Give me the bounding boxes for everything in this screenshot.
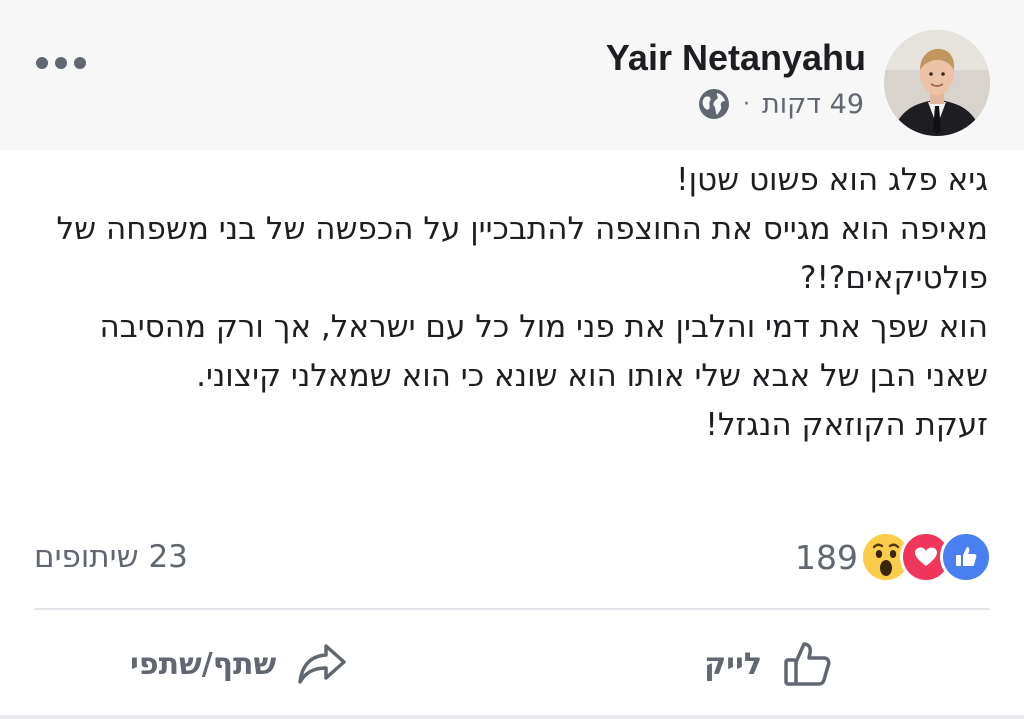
post-line: מאיפה הוא מגייס את החוצפה להתבכיין על הכ…: [56, 211, 988, 296]
like-button[interactable]: לייק: [704, 632, 834, 696]
post-header: Yair Netanyahu 49 דקות ·: [0, 0, 1024, 150]
post-line: זעקת הקוזאק הנגזל!: [705, 407, 988, 443]
post-body: גיא פלג הוא פשוט שטן! מאיפה הוא מגייס את…: [48, 156, 988, 450]
like-icon: [940, 531, 992, 583]
bottom-separator: [0, 715, 1024, 719]
meta-separator: ·: [743, 91, 751, 117]
facebook-post: Yair Netanyahu 49 דקות · גיא פלג הוא פשו…: [0, 0, 1024, 719]
like-label: לייק: [704, 646, 762, 682]
avatar-image: [884, 30, 990, 136]
share-arrow-icon: [296, 638, 348, 690]
author-name[interactable]: Yair Netanyahu: [606, 36, 866, 80]
post-meta: 49 דקות ·: [697, 84, 864, 124]
ellipsis-dot: [74, 57, 86, 69]
post-timestamp[interactable]: 49 דקות: [762, 89, 864, 120]
thumbs-up-icon: [782, 638, 834, 690]
post-line: הוא שפך את דמי והלבין את פני מול כל עם י…: [99, 309, 988, 394]
reactions-summary[interactable]: 189: [795, 531, 992, 583]
share-count[interactable]: 23 שיתופים: [34, 534, 188, 580]
share-label: שתף/שתפי: [130, 646, 277, 682]
post-line: גיא פלג הוא פשוט שטן!: [676, 162, 988, 198]
author-avatar[interactable]: [884, 30, 990, 136]
ellipsis-dot: [36, 57, 48, 69]
divider: [34, 608, 990, 610]
share-button[interactable]: שתף/שתפי: [130, 632, 348, 696]
ellipsis-dot: [55, 57, 67, 69]
more-options-button[interactable]: [36, 50, 86, 76]
globe-icon: [697, 87, 731, 121]
